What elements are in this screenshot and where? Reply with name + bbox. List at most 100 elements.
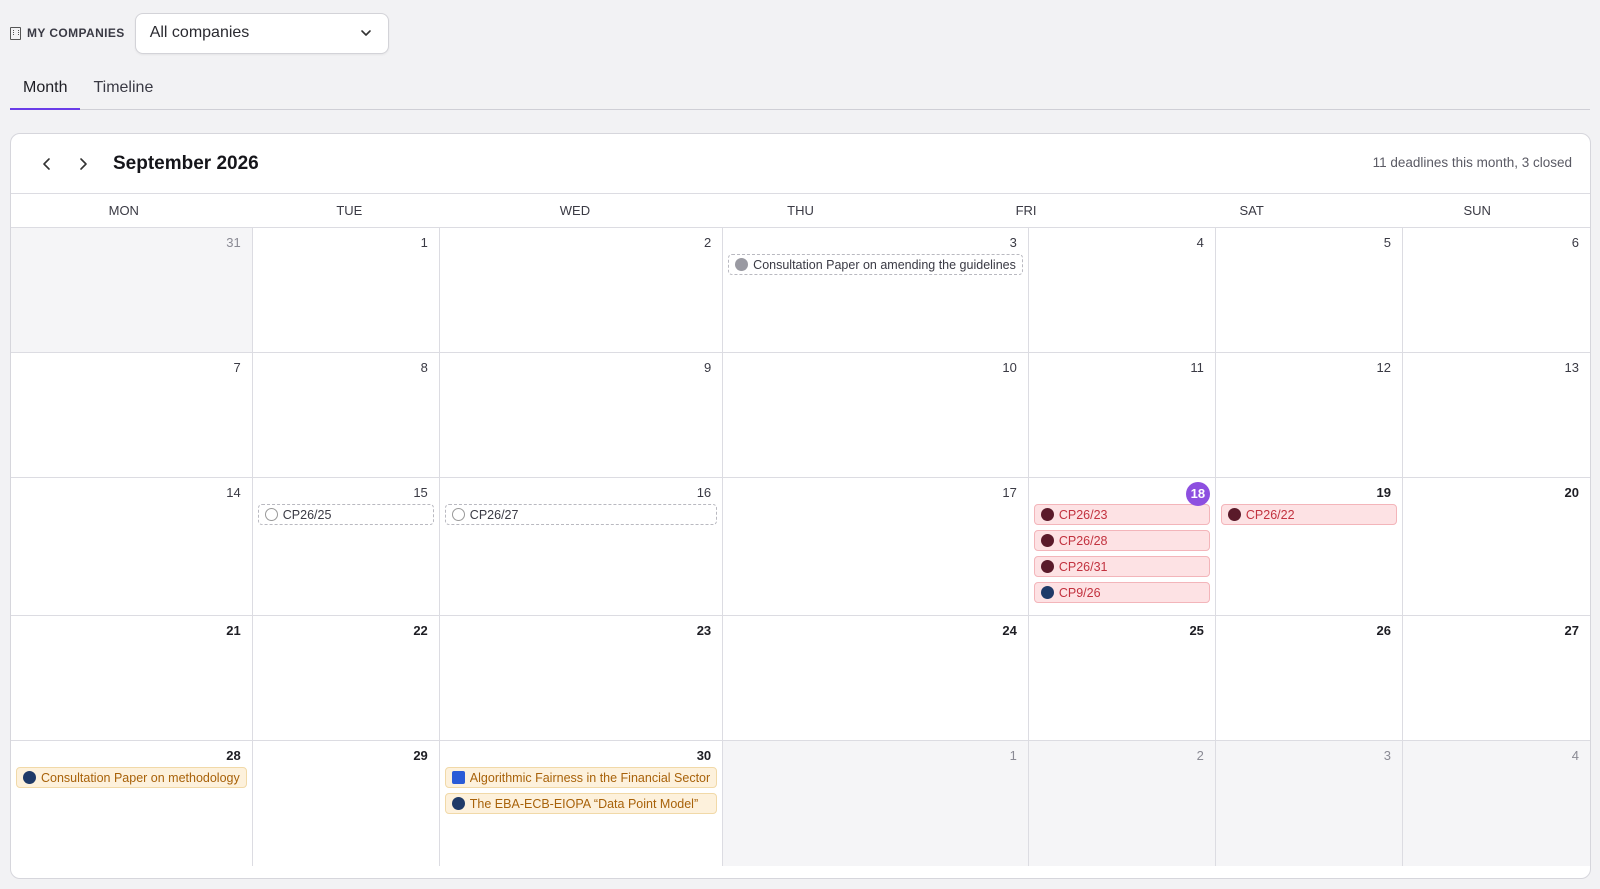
day-cell[interactable]: 7 xyxy=(11,353,253,478)
day-cell[interactable]: 16 CP26/27 xyxy=(439,478,724,616)
calendar-grid: 31 1 2 3 Consultation Paper on amending the … xyxy=(11,228,1590,866)
deadline-event[interactable]: CP26/31 xyxy=(1033,556,1210,577)
deadline-event[interactable]: CP26/28 xyxy=(1033,530,1210,551)
day-cell[interactable]: 1 xyxy=(252,228,440,353)
day-number: 4 xyxy=(1196,235,1204,250)
day-cell[interactable]: 30 Algorithmic Fairness in the Financial … xyxy=(440,741,724,866)
day-number: 10 xyxy=(1002,360,1017,375)
day-cell[interactable]: 11 xyxy=(1028,353,1216,478)
event-label: CP26/28 xyxy=(1058,533,1108,548)
day-cell[interactable]: 13 xyxy=(1402,353,1590,478)
day-number: 19 xyxy=(1376,485,1391,500)
day-cell[interactable]: 2 xyxy=(439,228,724,353)
day-number: 24 xyxy=(1002,623,1017,638)
day-cell[interactable]: 6 xyxy=(1402,228,1590,353)
regulator-logo-icon xyxy=(451,797,465,810)
day-number: 17 xyxy=(1002,485,1017,500)
day-cell[interactable]: 5 xyxy=(1215,228,1403,353)
weekday-header: MON TUE WED THU FRI SAT SUN xyxy=(11,194,1590,228)
day-cell[interactable]: 1 xyxy=(723,741,1029,866)
day-cell[interactable]: 17 xyxy=(723,478,1029,616)
day-number: 4 xyxy=(1571,748,1579,763)
deadline-event[interactable]: CP26/27 xyxy=(444,504,718,525)
deadline-event[interactable]: Algorithmic Fairness in the Financial Se… xyxy=(444,767,718,788)
day-cell[interactable]: 19 CP26/22 xyxy=(1215,478,1403,616)
deadline-event[interactable]: CP26/25 xyxy=(257,504,434,525)
day-cell[interactable]: 23 xyxy=(439,616,724,741)
day-cell[interactable]: 4 xyxy=(1402,741,1590,866)
day-number: 3 xyxy=(1383,748,1391,763)
weekday-label: WED xyxy=(559,203,591,218)
day-cell[interactable]: 29 xyxy=(253,741,440,866)
month-title: September 2026 xyxy=(113,152,259,174)
view-tabs: Month Timeline xyxy=(10,70,1590,110)
day-number: 8 xyxy=(420,360,428,375)
company-filter-bar: MY COMPANIES All companies xyxy=(10,12,389,54)
month-calendar: September 2026 11 deadlines this month, … xyxy=(10,133,1591,879)
day-number: 6 xyxy=(1571,235,1579,250)
day-cell[interactable]: 27 xyxy=(1402,616,1590,741)
event-label: The EBA-ECB-EIOPA “Data Point Model” xyxy=(469,796,699,811)
tab-timeline[interactable]: Timeline xyxy=(80,70,166,110)
day-number: 23 xyxy=(696,623,712,638)
chevron-right-icon xyxy=(80,157,87,170)
day-cell[interactable]: 26 xyxy=(1215,616,1403,741)
day-cell[interactable]: 24 xyxy=(723,616,1029,741)
day-cell[interactable]: 9 xyxy=(439,353,724,478)
day-number: 16 xyxy=(696,485,712,500)
regulator-logo-icon xyxy=(1227,508,1241,521)
event-label: Consultation Paper on methodology xyxy=(41,770,240,785)
regulator-logo-icon xyxy=(1040,534,1054,547)
day-cell[interactable]: 21 xyxy=(11,616,253,741)
day-number: 13 xyxy=(1564,360,1579,375)
day-cell[interactable]: 14 xyxy=(11,478,253,616)
day-cell[interactable]: 10 xyxy=(723,353,1029,478)
day-cell[interactable]: 4 xyxy=(1028,228,1216,353)
company-select[interactable]: All companies xyxy=(134,12,389,54)
deadline-event[interactable]: CP26/22 xyxy=(1220,504,1397,525)
day-cell[interactable]: 20 xyxy=(1402,478,1590,616)
day-number: 30 xyxy=(696,748,712,763)
day-cell[interactable]: 15 CP26/25 xyxy=(252,478,440,616)
day-cell[interactable]: 8 xyxy=(252,353,440,478)
deadline-event[interactable]: The EBA-ECB-EIOPA “Data Point Model” xyxy=(444,793,718,814)
day-cell[interactable]: 12 xyxy=(1215,353,1403,478)
day-number: 7 xyxy=(233,360,241,375)
day-cell[interactable]: 31 xyxy=(11,228,253,353)
my-companies-label: MY COMPANIES xyxy=(10,26,125,40)
tab-month[interactable]: Month xyxy=(10,70,81,110)
weekday-label: FRI xyxy=(1015,203,1037,218)
event-label: CP26/25 xyxy=(282,507,332,522)
building-icon xyxy=(10,26,21,40)
day-cell[interactable]: 18 CP26/23 CP26/28 CP26/31 CP9/26 xyxy=(1028,478,1216,616)
event-label: Algorithmic Fairness in the Financial Se… xyxy=(469,770,711,785)
day-number: 25 xyxy=(1189,623,1204,638)
deadline-event[interactable]: CP9/26 xyxy=(1033,582,1210,603)
day-number: 20 xyxy=(1564,485,1579,500)
regulator-logo-icon xyxy=(1040,586,1054,599)
event-label: CP26/31 xyxy=(1058,559,1108,574)
day-cell[interactable]: 28 Consultation Paper on methodology xyxy=(11,741,253,866)
regulator-logo-icon xyxy=(1040,508,1054,521)
chevron-down-icon xyxy=(360,30,371,36)
previous-month-button[interactable] xyxy=(33,150,61,178)
day-cell[interactable]: 25 xyxy=(1028,616,1216,741)
day-number: 21 xyxy=(226,623,241,638)
day-cell[interactable]: 22 xyxy=(252,616,440,741)
deadline-event[interactable]: Consultation Paper on amending the guide… xyxy=(728,254,1023,275)
day-cell[interactable]: 3 Consultation Paper on amending the guid… xyxy=(723,228,1029,353)
calendar-header: September 2026 11 deadlines this month, … xyxy=(11,134,1590,194)
deadline-event[interactable]: CP26/23 xyxy=(1033,504,1210,525)
day-cell[interactable]: 2 xyxy=(1028,741,1216,866)
chevron-left-icon xyxy=(43,157,50,170)
deadline-event[interactable]: Consultation Paper on methodology xyxy=(16,767,247,788)
day-number: 29 xyxy=(413,748,428,763)
regulator-logo-icon xyxy=(23,771,36,784)
weekday-label: THU xyxy=(787,203,814,218)
next-month-button[interactable] xyxy=(69,150,97,178)
regulator-logo-icon xyxy=(1040,560,1054,573)
day-number: 27 xyxy=(1564,623,1579,638)
event-label: CP26/27 xyxy=(469,507,519,522)
day-number: 3 xyxy=(1009,235,1017,250)
day-cell[interactable]: 3 xyxy=(1215,741,1403,866)
